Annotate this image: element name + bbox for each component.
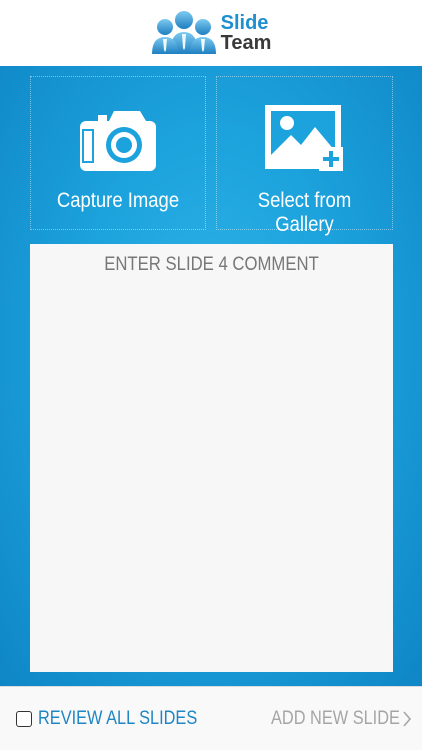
logo-line-team: Team [220, 32, 272, 54]
slide-team-logo: Slide Team [151, 10, 272, 56]
review-all-slides-label[interactable]: REVIEW ALL SLIDES [38, 708, 197, 730]
camera-icon [80, 111, 156, 171]
select-from-gallery-label: Select from Gallery [257, 189, 352, 236]
capture-image-label: Capture Image [56, 189, 180, 212]
image-add-icon [264, 105, 343, 171]
bottom-bar: REVIEW ALL SLIDES ADD NEW SLIDE [0, 686, 422, 750]
checkbox-icon[interactable] [16, 711, 32, 727]
select-from-gallery-button[interactable]: Select from Gallery [216, 76, 393, 236]
add-new-slide-label[interactable]: ADD NEW SLIDE [271, 708, 400, 730]
app-header: Slide Team [0, 0, 422, 66]
people-group-icon [151, 11, 216, 54]
capture-image-button[interactable]: Capture Image [30, 76, 206, 230]
logo-line-slide: Slide [220, 12, 269, 34]
slide-editor-panel: Capture Image Select from Gallery ENTER … [0, 66, 422, 686]
comment-placeholder: ENTER SLIDE 4 COMMENT [104, 254, 319, 275]
chevron-right-icon [403, 711, 412, 727]
review-all-slides-toggle[interactable]: REVIEW ALL SLIDES [16, 707, 223, 731]
add-new-slide-button[interactable]: ADD NEW SLIDE [250, 707, 412, 731]
slide-comment-input[interactable]: ENTER SLIDE 4 COMMENT [30, 244, 393, 672]
logo-wordmark: Slide Team [221, 13, 272, 53]
